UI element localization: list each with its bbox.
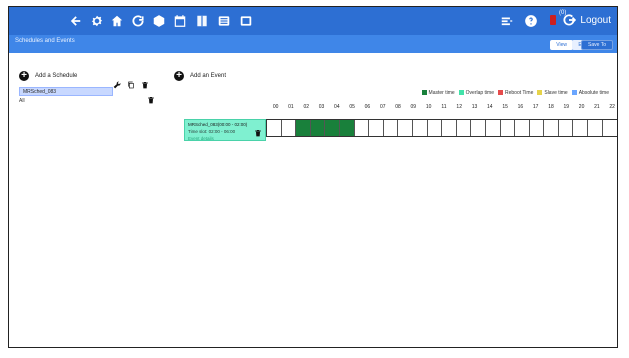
all-label: All	[19, 98, 25, 104]
timeline-cell-17[interactable]	[515, 120, 530, 136]
hour-label-01: 01	[288, 104, 294, 110]
timeline-cell-23[interactable]	[603, 120, 617, 136]
hour-label-19: 19	[563, 104, 570, 110]
event-title: MRSched_083(00:00 - 02:00)	[188, 122, 248, 127]
timeline-cell-02[interactable]	[296, 120, 311, 136]
timeline-cell-06[interactable]	[355, 120, 370, 136]
hour-label-22: 22	[609, 104, 615, 110]
hour-label-02: 02	[303, 104, 310, 110]
timeline-cell-16[interactable]	[501, 120, 516, 136]
hour-label-08: 08	[395, 104, 401, 110]
wrench-icon[interactable]	[113, 81, 121, 89]
schedule-actions	[113, 81, 149, 89]
gear-icon[interactable]	[89, 13, 105, 29]
timeline-cell-20[interactable]	[559, 120, 574, 136]
timeline-cell-07[interactable]	[369, 120, 384, 136]
refresh-icon[interactable]	[130, 13, 146, 29]
logout-icon	[562, 13, 577, 27]
timeline-cell-19[interactable]	[544, 120, 559, 136]
app-frame: (0) Logout Schedules and Events View Edi…	[8, 6, 618, 348]
timeline-cell-10[interactable]	[413, 120, 428, 136]
timeline-cell-15[interactable]	[486, 120, 501, 136]
hour-label-17: 17	[532, 104, 539, 110]
hour-label-04: 04	[334, 104, 340, 110]
add-schedule-label: Add a Schedule	[35, 73, 78, 79]
trash-icon[interactable]	[141, 81, 149, 89]
view-button[interactable]: View	[550, 40, 573, 50]
add-icon[interactable]: +	[174, 71, 184, 81]
top-navbar: (0) Logout	[9, 7, 617, 35]
help-icon[interactable]	[523, 13, 539, 29]
schedule-name-field[interactable]: MRSched_083	[19, 87, 113, 96]
hour-label-15: 15	[502, 104, 508, 110]
time-legend: Master time Overlap time Reboot Time Sla…	[421, 90, 609, 96]
event-details: Event details	[188, 136, 214, 141]
hour-label-03: 03	[318, 104, 325, 110]
hour-label-13: 13	[471, 104, 478, 110]
hour-label-06: 06	[364, 104, 371, 110]
hour-label-11: 11	[441, 104, 447, 110]
timeline-cell-03[interactable]	[310, 120, 326, 136]
hour-label-09: 09	[410, 104, 417, 110]
hour-label-20: 20	[578, 104, 585, 110]
add-event-row[interactable]: + Add an Event	[174, 71, 226, 81]
cube-icon[interactable]	[151, 13, 167, 29]
timeline-cell-21[interactable]	[573, 120, 589, 136]
event-subtitle: Time slot: 02:00 - 06:00	[188, 129, 236, 134]
list-icon[interactable]	[216, 13, 232, 29]
hour-label-16: 16	[517, 104, 524, 110]
timeline-grid[interactable]	[266, 119, 617, 137]
hour-label-10: 10	[425, 104, 432, 110]
legend-master: Master time	[421, 90, 455, 96]
timeline-cell-08[interactable]	[384, 120, 399, 136]
hour-label-07: 07	[379, 104, 386, 110]
home-icon[interactable]	[109, 13, 125, 29]
page-subtitle: Schedules and Events	[15, 38, 75, 44]
add-schedule-row[interactable]: + Add a Schedule	[19, 71, 154, 81]
legend-overlap: Overlap time	[458, 90, 494, 96]
events-panel: + Add an Event Master time Overlap time …	[174, 71, 617, 347]
logout-button[interactable]: Logout	[562, 13, 611, 27]
copy-icon[interactable]	[127, 81, 135, 89]
hour-label-00: 00	[272, 104, 279, 110]
timeline-cell-04[interactable]	[325, 120, 340, 136]
trash-icon-event[interactable]	[254, 129, 262, 137]
event-card[interactable]: MRSched_083(00:00 - 02:00) Time slot: 02…	[184, 119, 266, 141]
timeline-cell-09[interactable]	[398, 120, 413, 136]
bell-icon[interactable]	[550, 15, 556, 25]
hour-label-14: 14	[487, 104, 493, 110]
hour-label-12: 12	[456, 104, 462, 110]
calendar-icon[interactable]	[172, 13, 188, 29]
legend-slave: Slave time	[537, 90, 568, 96]
sub-navbar: Schedules and Events View Edit Save To	[9, 35, 617, 53]
save-to-button[interactable]: Save To	[581, 40, 613, 50]
timeline-cell-01[interactable]	[282, 120, 297, 136]
timeline-cell-22[interactable]	[588, 120, 603, 136]
hour-label-05: 05	[349, 104, 355, 110]
hour-label-21: 21	[594, 104, 600, 110]
legend-reboot: Reboot Time	[498, 90, 533, 96]
legend-absolute: Absolute time	[571, 90, 609, 96]
grid-icon[interactable]	[238, 13, 254, 29]
export-icon[interactable]	[499, 13, 515, 29]
timeline-cell-14[interactable]	[471, 120, 486, 136]
timeline-cell-11[interactable]	[428, 120, 443, 136]
timeline-cell-00[interactable]	[267, 120, 282, 136]
hour-label-18: 18	[548, 104, 554, 110]
hour-labels: 00 01 02 03 04 05 06 07 08 09 10 11 12 13 14 15 16 17 18 19…	[268, 104, 617, 110]
back-arrow-icon[interactable]	[67, 13, 83, 29]
add-event-label: Add an Event	[190, 73, 227, 79]
logout-label: Logout	[580, 14, 611, 26]
timeline-cell-18[interactable]	[530, 120, 545, 136]
timeline-cell-05[interactable]	[339, 120, 355, 136]
add-icon[interactable]: +	[19, 71, 29, 81]
book-icon[interactable]	[194, 13, 210, 29]
timeline-cell-12[interactable]	[442, 120, 457, 136]
timeline-cell-13[interactable]	[457, 120, 472, 136]
trash-icon-all[interactable]	[147, 96, 155, 104]
